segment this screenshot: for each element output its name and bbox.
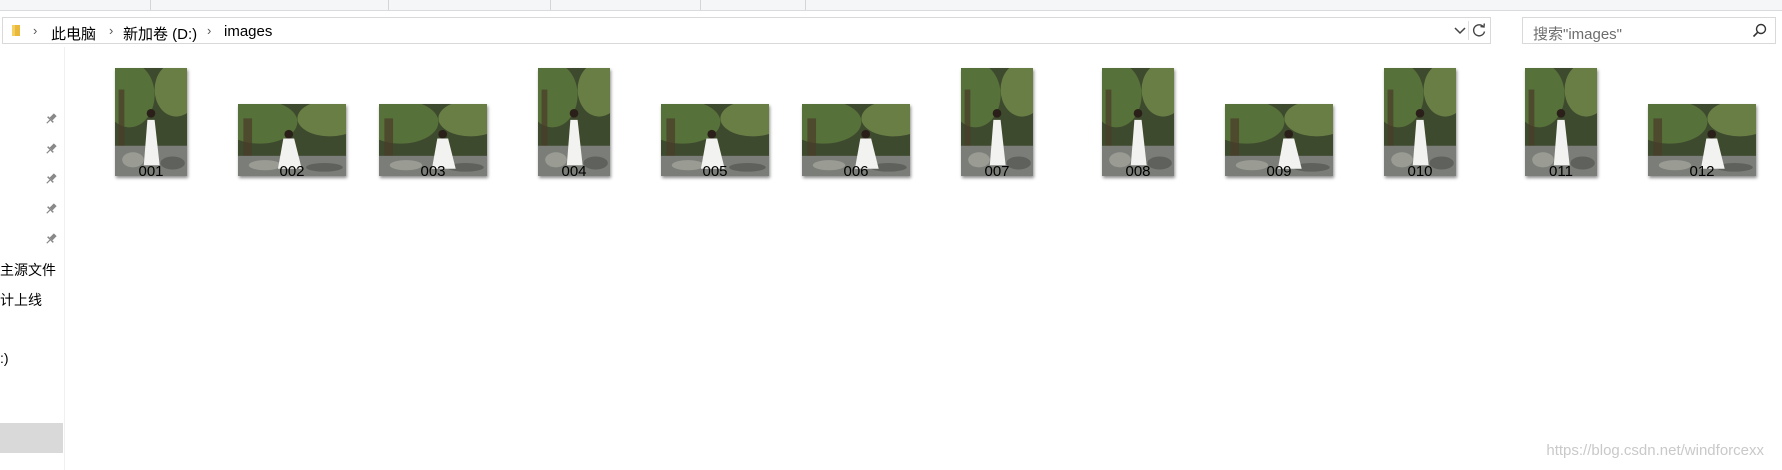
photo-image bbox=[538, 68, 610, 176]
file-item[interactable]: 004 bbox=[514, 60, 634, 210]
file-item[interactable]: 010 bbox=[1360, 60, 1480, 210]
file-name-label: 004 bbox=[561, 163, 587, 180]
file-item[interactable]: 001 bbox=[91, 60, 211, 210]
ribbon-strip bbox=[0, 0, 1782, 11]
file-item[interactable]: 012 bbox=[1642, 60, 1762, 210]
file-name-label: 012 bbox=[1689, 163, 1715, 180]
pin-icon[interactable] bbox=[44, 202, 58, 216]
pin-icon[interactable] bbox=[44, 112, 58, 126]
image-thumbnail[interactable] bbox=[538, 68, 610, 176]
image-thumbnail[interactable] bbox=[1384, 68, 1456, 176]
file-item[interactable]: 002 bbox=[232, 60, 352, 210]
file-item[interactable]: 007 bbox=[937, 60, 1057, 210]
ribbon-divider bbox=[700, 0, 701, 10]
watermark: https://blog.csdn.net/windforcexx bbox=[1546, 442, 1764, 459]
file-item[interactable]: 003 bbox=[373, 60, 493, 210]
pin-icon[interactable] bbox=[44, 232, 58, 246]
ribbon-divider bbox=[550, 0, 551, 10]
file-name-label: 001 bbox=[138, 163, 164, 180]
address-bar[interactable]: › 此电脑 › 新加卷 (D:) › images bbox=[2, 17, 1491, 44]
image-thumbnail[interactable] bbox=[961, 68, 1033, 176]
image-thumbnail[interactable] bbox=[1102, 68, 1174, 176]
photo-image bbox=[1384, 68, 1456, 176]
file-item[interactable]: 006 bbox=[796, 60, 916, 210]
search-box[interactable]: 搜索"images" bbox=[1522, 17, 1776, 44]
pin-icon[interactable] bbox=[44, 172, 58, 186]
ribbon-divider bbox=[150, 0, 151, 10]
breadcrumb-chevron-icon[interactable]: › bbox=[207, 23, 211, 38]
photo-image bbox=[115, 68, 187, 176]
file-name-label: 002 bbox=[279, 163, 305, 180]
file-name-label: 008 bbox=[1125, 163, 1151, 180]
file-item[interactable]: 011 bbox=[1501, 60, 1621, 210]
search-icon[interactable] bbox=[1752, 23, 1767, 38]
nav-item[interactable]: 主源文件 bbox=[0, 260, 56, 280]
file-name-label: 010 bbox=[1407, 163, 1433, 180]
file-name-label: 007 bbox=[984, 163, 1010, 180]
image-thumbnail[interactable] bbox=[115, 68, 187, 176]
breadcrumb-images[interactable]: images bbox=[224, 23, 272, 40]
file-item[interactable]: 005 bbox=[655, 60, 775, 210]
photo-image bbox=[1525, 68, 1597, 176]
pin-icon[interactable] bbox=[44, 142, 58, 156]
file-item[interactable]: 009 bbox=[1219, 60, 1339, 210]
breadcrumb-this-pc[interactable]: 此电脑 bbox=[51, 23, 96, 44]
file-name-label: 006 bbox=[843, 163, 869, 180]
image-thumbnail[interactable] bbox=[1525, 68, 1597, 176]
file-name-label: 005 bbox=[702, 163, 728, 180]
photo-image bbox=[961, 68, 1033, 176]
ribbon-divider bbox=[388, 0, 389, 10]
address-divider bbox=[1468, 21, 1469, 40]
nav-item[interactable]: 计上线 bbox=[0, 290, 42, 310]
ribbon-divider bbox=[805, 0, 806, 10]
file-name-label: 011 bbox=[1549, 163, 1573, 180]
folder-icon bbox=[12, 25, 20, 36]
photo-image bbox=[1102, 68, 1174, 176]
file-name-label: 009 bbox=[1266, 163, 1292, 180]
breadcrumb-chevron-icon[interactable]: › bbox=[109, 23, 113, 38]
navigation-pane: 主源文件 计上线 :) bbox=[0, 47, 65, 470]
file-name-label: 003 bbox=[420, 163, 446, 180]
refresh-icon[interactable] bbox=[1471, 22, 1487, 38]
search-placeholder: 搜索"images" bbox=[1533, 26, 1623, 43]
address-dropdown-icon[interactable] bbox=[1452, 22, 1468, 38]
nav-item[interactable]: :) bbox=[0, 350, 9, 366]
nav-item-selected[interactable] bbox=[0, 423, 63, 453]
file-item[interactable]: 008 bbox=[1078, 60, 1198, 210]
breadcrumb-chevron-icon[interactable]: › bbox=[33, 23, 37, 38]
breadcrumb-drive-d[interactable]: 新加卷 (D:) bbox=[123, 23, 197, 44]
